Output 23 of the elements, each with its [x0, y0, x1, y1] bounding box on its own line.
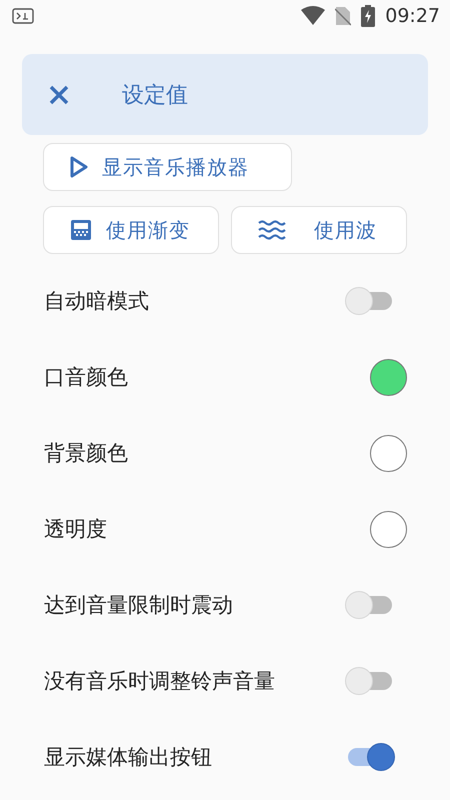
color-swatch[interactable] — [370, 510, 407, 548]
no-sim-icon — [335, 6, 352, 26]
music-player-button[interactable]: 显示音乐播放器 — [43, 143, 292, 191]
play-icon — [70, 156, 88, 178]
setting-label: 没有音乐时调整铃声音量 — [44, 668, 275, 695]
waves-icon — [258, 219, 286, 241]
setting-label: 口音颜色 — [44, 364, 128, 391]
gradient-icon — [70, 219, 92, 241]
wifi-icon — [301, 6, 326, 26]
header-title: 设定值 — [122, 82, 188, 110]
setting-label: 显示媒体输出按钮 — [44, 744, 212, 771]
clock-time: 09:27 — [385, 5, 440, 27]
setting-label: 自动暗模式 — [44, 288, 149, 315]
color-swatch[interactable] — [370, 358, 407, 396]
setting-label: 透明度 — [44, 516, 107, 543]
gradient-button[interactable]: 使用渐变 — [43, 206, 219, 254]
wave-button[interactable]: 使用波 — [231, 206, 407, 254]
battery-charging-icon — [361, 5, 376, 27]
setting-label: 达到音量限制时震动 — [44, 592, 233, 619]
color-swatch[interactable] — [370, 434, 407, 472]
setting-label: 背景颜色 — [44, 440, 128, 467]
notification-icon — [12, 8, 34, 24]
close-icon — [48, 84, 70, 106]
